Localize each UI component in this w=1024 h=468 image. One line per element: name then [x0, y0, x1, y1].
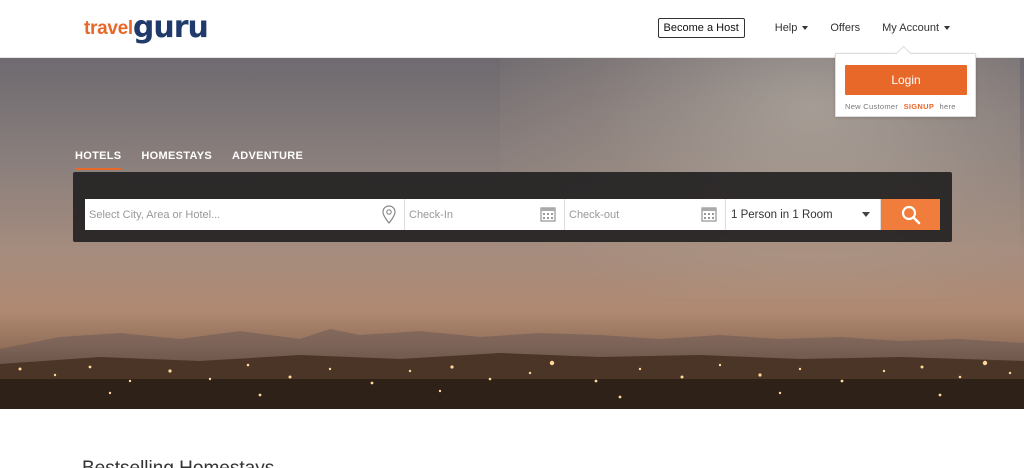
calendar-icon — [540, 207, 556, 222]
become-host-button[interactable]: Become a Host — [657, 18, 745, 38]
logo-text-travel: travel — [84, 18, 133, 39]
signup-link[interactable]: SIGNUP — [904, 102, 935, 111]
my-account-label: My Account — [882, 22, 939, 34]
guests-rooms-select[interactable]: 1 Person in 1 Room — [726, 199, 881, 230]
checkout-date-input[interactable]: Check-out — [565, 199, 726, 230]
search-button[interactable] — [881, 199, 940, 230]
my-account-menu[interactable]: My Account — [882, 22, 950, 34]
here-text: here — [939, 102, 956, 111]
search-form: Select City, Area or Hotel... Check-In C… — [85, 199, 940, 230]
city-skyline-image — [0, 329, 1024, 409]
city-search-input[interactable]: Select City, Area or Hotel... — [85, 199, 405, 230]
help-label: Help — [774, 22, 798, 34]
signup-prompt: New Customer SIGNUP here — [845, 102, 956, 111]
top-nav: Become a Host Help Offers My Account — [657, 18, 950, 38]
tab-adventure[interactable]: ADVENTURE — [232, 150, 303, 170]
tab-homestays[interactable]: HOMESTAYS — [141, 150, 212, 170]
logo-text-guru: guru — [132, 10, 209, 45]
chevron-down-icon — [944, 26, 950, 30]
city-placeholder: Select City, Area or Hotel... — [89, 208, 221, 221]
search-tabs: HOTELS HOMESTAYS ADVENTURE — [75, 150, 323, 170]
tab-hotels[interactable]: HOTELS — [75, 150, 122, 170]
account-dropdown: Login New Customer SIGNUP here — [835, 53, 976, 117]
search-icon — [901, 205, 920, 224]
chevron-down-icon — [862, 212, 870, 217]
guests-value: 1 Person in 1 Room — [731, 208, 833, 221]
checkin-date-input[interactable]: Check-In — [405, 199, 565, 230]
calendar-icon — [701, 207, 717, 222]
checkout-placeholder: Check-out — [569, 208, 620, 221]
offers-label: Offers — [830, 22, 861, 34]
help-menu[interactable]: Help — [775, 22, 809, 34]
search-panel: Select City, Area or Hotel... Check-In C… — [73, 172, 952, 242]
login-button[interactable]: Login — [845, 65, 967, 95]
new-customer-text: New Customer — [845, 102, 899, 111]
checkin-placeholder: Check-In — [409, 208, 454, 221]
offers-link[interactable]: Offers — [830, 22, 860, 34]
travelguru-logo[interactable]: travel guru — [84, 6, 209, 46]
map-pin-icon — [382, 205, 396, 224]
site-header: travel guru Become a Host Help Offers My… — [0, 0, 1024, 58]
chevron-down-icon — [802, 26, 809, 30]
bestselling-homestays-heading: Bestselling Homestays — [82, 458, 274, 468]
